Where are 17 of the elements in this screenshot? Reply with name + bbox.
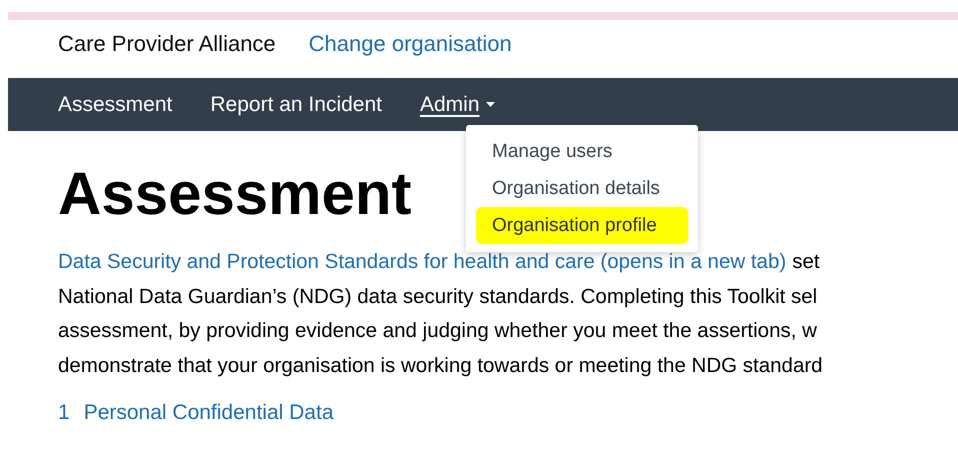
- organisation-name: Care Provider Alliance: [58, 30, 276, 58]
- menu-item[interactable]: Manage users: [476, 133, 688, 170]
- intro-text: assessment, by providing evidence and judging whether you meet the assertions, w: [58, 318, 818, 344]
- change-organisation-link[interactable]: Change organisation: [308, 26, 512, 60]
- intro-text: demonstrate that your organisation is working towards or meeting the NDG standard: [58, 352, 824, 378]
- nav-link[interactable]: Report an Incident: [210, 88, 382, 120]
- intro-text: National Data Guardian’s (NDG) data security standards. Completing this Toolkit sel: [58, 284, 818, 310]
- intro-text: set: [792, 249, 820, 275]
- menu-item[interactable]: Organisation profile: [476, 207, 688, 244]
- section-number: 1: [58, 400, 70, 426]
- caret-icon: [486, 102, 495, 107]
- nav-link[interactable]: Assessment: [58, 88, 172, 120]
- menu-item[interactable]: Organisation details: [476, 170, 688, 207]
- standards-link[interactable]: Data Security and Protection Standards for health and care (opens in a new tab): [58, 245, 786, 280]
- page-heading: Assessment: [58, 159, 412, 229]
- admin-dropdown[interactable]: Admin: [420, 88, 495, 120]
- section-link[interactable]: Personal Confidential Data: [84, 397, 334, 428]
